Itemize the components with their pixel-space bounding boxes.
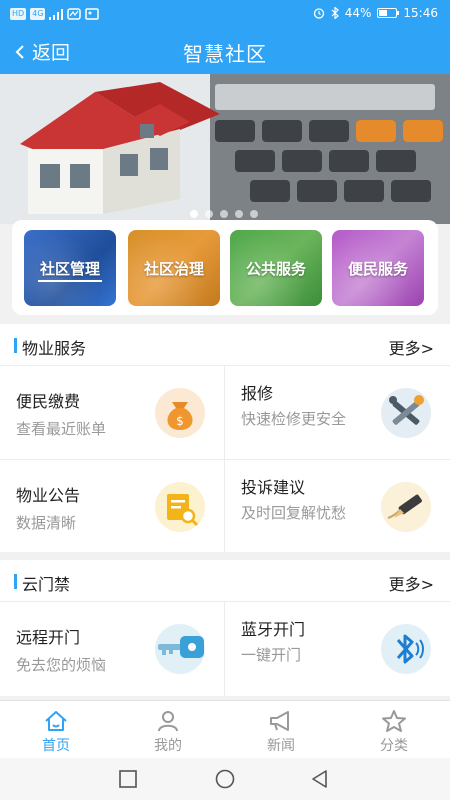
carousel-dot[interactable] [235, 210, 243, 218]
status-bar: HD 4G 44% 15:46 [0, 0, 450, 30]
service-title: 投诉建议 [241, 478, 306, 497]
section-title: 物业服务 [22, 339, 87, 358]
quick-link-community-management[interactable]: 社区管理 [24, 230, 116, 306]
service-title: 报修 [241, 384, 274, 403]
service-title: 远程开门 [16, 628, 81, 647]
network-chip: 4G [30, 8, 46, 20]
tab-news[interactable]: 新闻 [225, 701, 337, 759]
quick-links-panel: 社区管理 社区治理 公共服务 便民服务 [12, 220, 438, 315]
service-subtitle: 快速检修更安全 [241, 410, 347, 428]
bluetooth-icon [381, 624, 431, 674]
alarm-icon [313, 8, 324, 19]
quick-link-label: 社区治理 [143, 259, 204, 278]
tab-label: 首页 [42, 738, 70, 754]
carousel-dot[interactable] [190, 210, 198, 218]
service-complaint[interactable]: 投诉建议 及时回复解忧愁 [225, 460, 450, 554]
battery-percent: 44% [344, 6, 372, 20]
status-left: HD 4G [10, 8, 100, 20]
clock: 15:46 [403, 6, 438, 20]
recent-apps-icon[interactable] [118, 769, 138, 789]
service-property-notice[interactable]: 物业公告 数据清晰 [0, 460, 225, 554]
quick-link-label: 社区管理 [39, 259, 100, 278]
section-header: 物业服务 更多> [0, 324, 450, 366]
more-link[interactable]: 更多> [389, 335, 434, 359]
tab-home[interactable]: 首页 [0, 701, 112, 759]
back-nav-icon[interactable] [310, 769, 330, 789]
quick-link-community-governance[interactable]: 社区治理 [128, 230, 220, 306]
user-icon [158, 711, 178, 732]
tools-icon [381, 388, 431, 438]
service-title: 蓝牙开门 [241, 620, 306, 639]
carousel-dot[interactable] [205, 210, 213, 218]
status-right: 44% 15:46 [313, 6, 438, 20]
megaphone-icon [270, 711, 289, 731]
section-header: 云门禁 更多> [0, 560, 450, 602]
tab-label: 分类 [380, 738, 408, 754]
banner-carousel[interactable] [0, 74, 450, 224]
signal-icon [49, 8, 64, 20]
money-bag-icon: $ [155, 388, 205, 438]
property-service-section: 物业服务 更多> 便民缴费 查看最近账单 $ 报修 快速检修更安全 物业公告 数… [0, 324, 450, 554]
service-bluetooth-open[interactable]: 蓝牙开门 一键开门 [225, 602, 450, 696]
notice-search-icon [155, 482, 205, 532]
svg-text:$: $ [176, 414, 184, 428]
key-icon [155, 624, 205, 674]
section-accent-bar [14, 338, 17, 353]
hd-chip: HD [10, 8, 27, 20]
service-subtitle: 数据清晰 [16, 514, 77, 532]
tab-mine[interactable]: 我的 [112, 701, 224, 759]
carousel-dot[interactable] [250, 210, 258, 218]
service-subtitle: 一键开门 [241, 646, 302, 664]
bottom-tab-bar: 首页 我的 新闻 分类 [0, 700, 450, 758]
quick-link-public-service[interactable]: 公共服务 [230, 230, 322, 306]
home-icon [45, 711, 67, 731]
image-notification-icon [85, 8, 100, 20]
home-nav-icon[interactable] [215, 769, 235, 789]
service-title: 便民缴费 [16, 392, 81, 411]
door-access-section: 云门禁 更多> 远程开门 免去您的烦恼 蓝牙开门 一键开门 [0, 560, 450, 696]
carousel-dot[interactable] [220, 210, 228, 218]
section-accent-bar [14, 574, 17, 589]
system-navigation-bar [0, 758, 450, 800]
service-subtitle: 免去您的烦恼 [16, 656, 107, 674]
service-remote-open[interactable]: 远程开门 免去您的烦恼 [0, 602, 225, 696]
tab-label: 新闻 [267, 738, 295, 754]
carousel-dots [190, 210, 258, 218]
quick-link-label: 公共服务 [245, 259, 306, 278]
page-title: 智慧社区 [183, 42, 267, 66]
battery-icon [377, 8, 400, 18]
tab-label: 我的 [154, 738, 182, 754]
section-title: 云门禁 [22, 575, 71, 594]
service-subtitle: 及时回复解忧愁 [241, 504, 347, 522]
bluetooth-status-icon [331, 7, 339, 19]
service-subtitle: 查看最近账单 [16, 420, 107, 438]
quick-link-label: 便民服务 [347, 259, 408, 278]
service-repair[interactable]: 报修 快速检修更安全 [225, 366, 450, 460]
more-link[interactable]: 更多> [389, 571, 434, 595]
service-pay-bills[interactable]: 便民缴费 查看最近账单 $ [0, 366, 225, 460]
app-header: 返回 智慧社区 [0, 30, 450, 74]
pen-icon [381, 482, 431, 532]
tab-category[interactable]: 分类 [338, 701, 450, 759]
app-notification-icon [67, 8, 82, 20]
star-icon [382, 710, 406, 732]
house-calculator-illustration [0, 74, 450, 224]
service-title: 物业公告 [16, 486, 81, 505]
quick-link-convenience-service[interactable]: 便民服务 [332, 230, 424, 306]
quick-link-underline [38, 280, 102, 282]
